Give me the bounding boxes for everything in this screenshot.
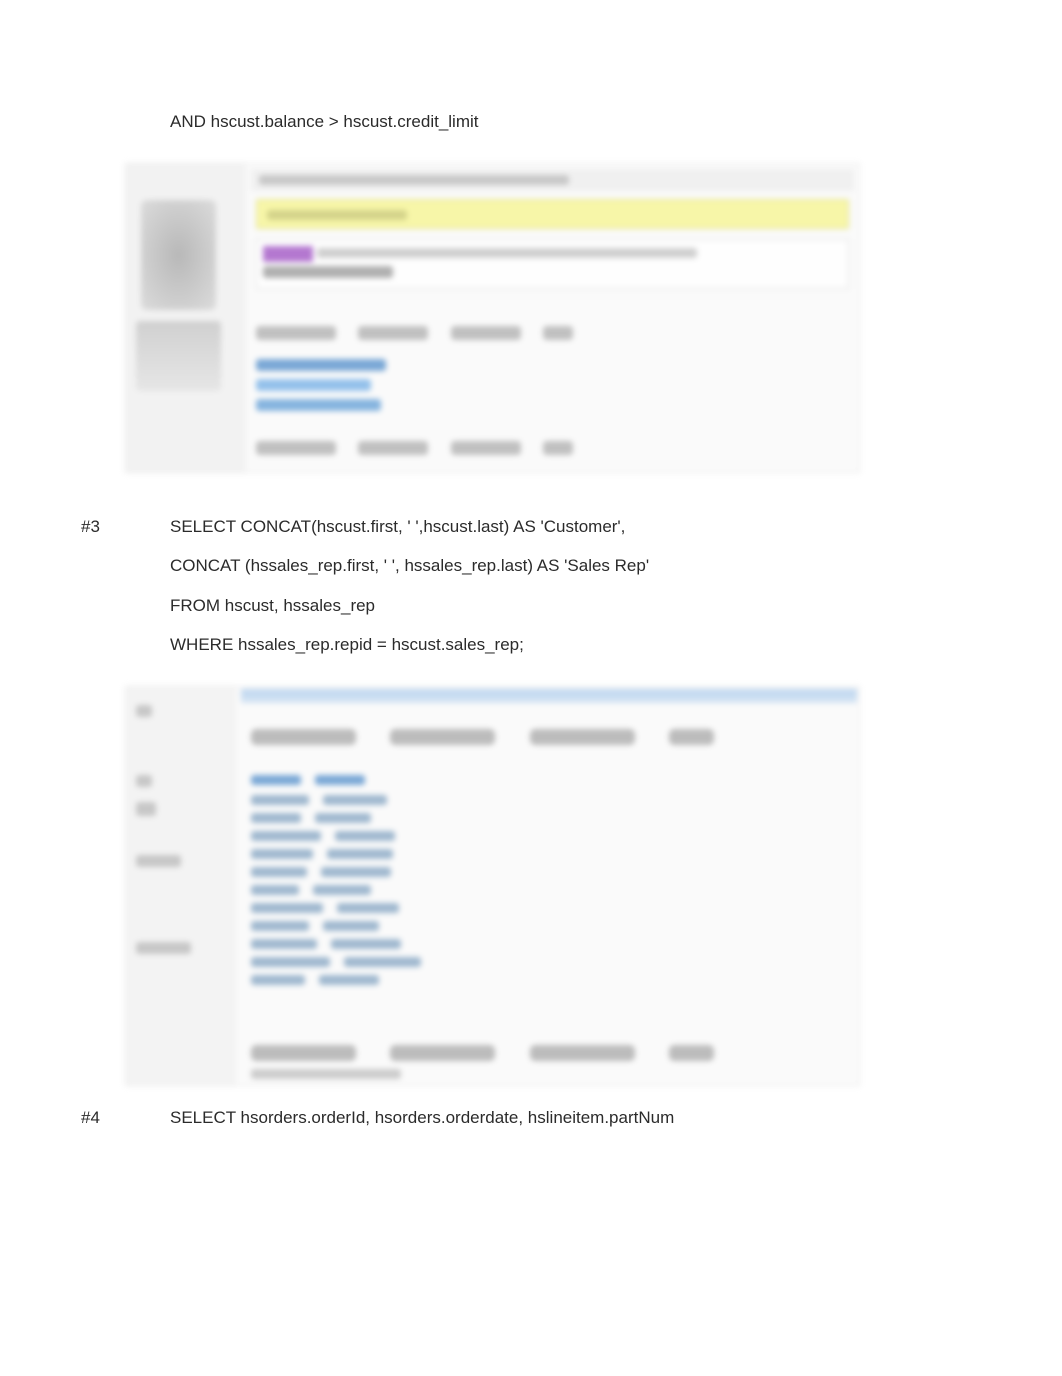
screenshot-figure-2 (125, 686, 860, 1086)
sql-fragment-line: AND hscust.balance > hscust.credit_limit (170, 108, 900, 135)
q3-line2: CONCAT (hssales_rep.first, ' ', hssales_… (170, 552, 900, 579)
q4-line1: SELECT hsorders.orderId, hsorders.orderd… (170, 1108, 674, 1127)
question-number-3: #3 (81, 513, 100, 540)
screenshot-figure-1 (125, 163, 860, 473)
q3-line1: SELECT CONCAT(hscust.first, ' ',hscust.l… (170, 517, 625, 536)
question-number-4: #4 (81, 1104, 100, 1131)
question-4: #4 SELECT hsorders.orderId, hsorders.ord… (125, 1104, 900, 1131)
question-3: #3 SELECT CONCAT(hscust.first, ' ',hscus… (125, 513, 900, 658)
q3-line4: WHERE hssales_rep.repid = hscust.sales_r… (170, 631, 900, 658)
q3-line3: FROM hscust, hssales_rep (170, 592, 900, 619)
